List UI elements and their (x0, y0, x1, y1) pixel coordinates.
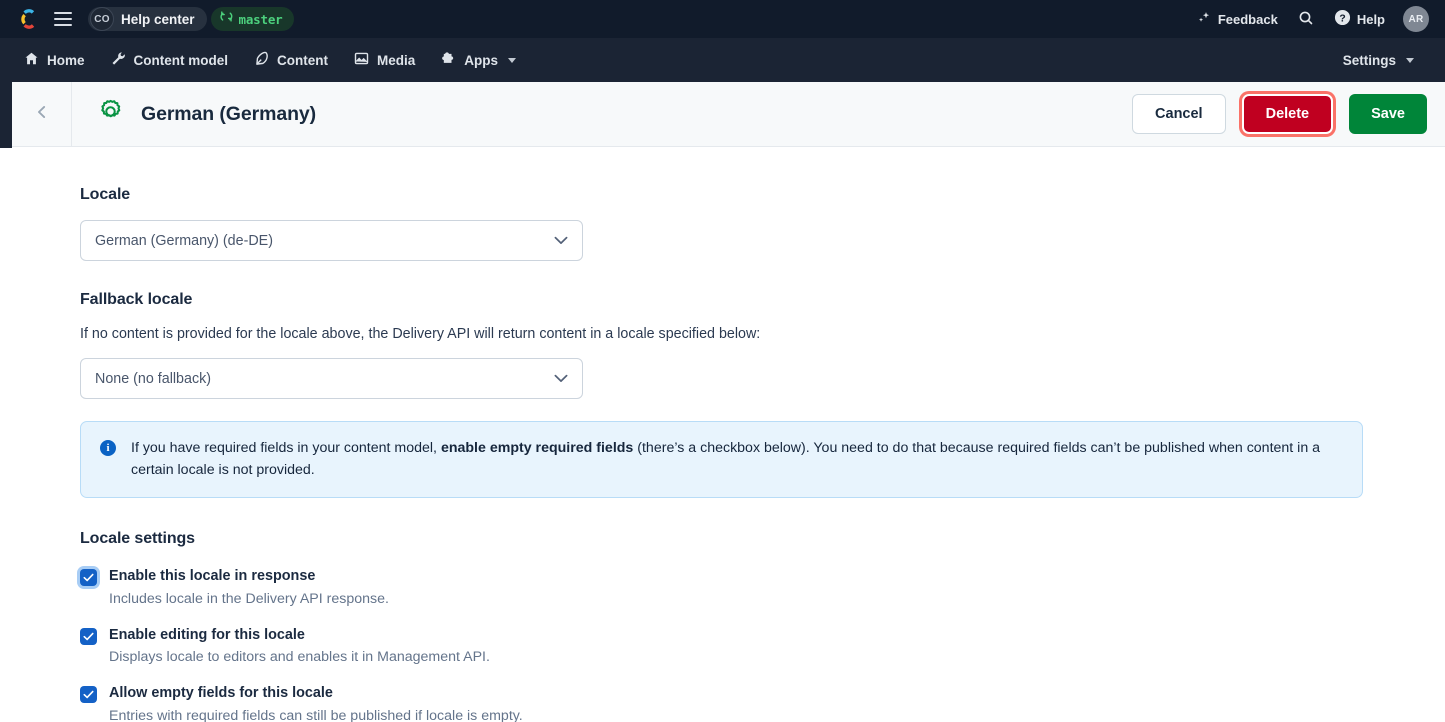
checkbox-label: Enable this locale in response (109, 567, 389, 586)
chevron-left-icon (33, 103, 51, 126)
svg-text:?: ? (1339, 13, 1345, 24)
delete-button[interactable]: Delete (1242, 94, 1334, 134)
page-title-group: German (Germany) (72, 97, 316, 131)
checkbox-text-group: Enable this locale in response Includes … (109, 567, 389, 609)
org-badge: CO (90, 7, 114, 31)
sparkles-icon (1197, 10, 1212, 28)
search-button[interactable] (1288, 4, 1324, 34)
checkbox-text-group: Enable editing for this locale Displays … (109, 626, 490, 668)
avatar[interactable]: AR (1403, 6, 1429, 32)
help-label: Help (1357, 12, 1385, 27)
nav-label: Settings (1343, 53, 1396, 68)
feedback-button[interactable]: Feedback (1187, 4, 1288, 34)
space-name: Help center (114, 12, 205, 27)
global-top-bar: CO Help center master Feedback (0, 0, 1445, 38)
locale-heading: Locale (80, 186, 1365, 204)
fallback-locale-select[interactable]: None (no fallback) (80, 358, 583, 399)
search-icon (1298, 10, 1314, 29)
checkbox-row-enable-locale-in-response[interactable]: Enable this locale in response Includes … (80, 567, 1365, 609)
hamburger-menu-icon[interactable] (54, 12, 72, 26)
info-icon: i (100, 440, 116, 456)
space-breadcrumb[interactable]: CO Help center (88, 7, 207, 31)
primary-navigation: Home Content model Content Media (0, 38, 1445, 82)
nav-label: Apps (464, 53, 498, 68)
pen-nib-icon (254, 51, 269, 69)
nav-label: Media (377, 53, 415, 68)
nav-label: Content (277, 53, 328, 68)
page-title: German (Germany) (141, 103, 316, 126)
nav-item-content[interactable]: Content (241, 38, 341, 82)
checkbox-label: Allow empty fields for this locale (109, 684, 523, 703)
cancel-button[interactable]: Cancel (1132, 94, 1226, 134)
nav-item-media[interactable]: Media (341, 38, 428, 82)
feedback-label: Feedback (1218, 12, 1278, 27)
checkbox-description: Entries with required fields can still b… (109, 707, 523, 722)
home-icon (24, 51, 39, 69)
fallback-helper-text: If no content is provided for the locale… (80, 326, 1365, 342)
branch-name: master (239, 12, 283, 27)
fallback-select-value: None (no fallback) (95, 371, 211, 387)
checkbox-label: Enable editing for this locale (109, 626, 490, 645)
checkbox-enable-editing[interactable] (80, 628, 97, 645)
locale-settings-heading: Locale settings (80, 530, 1365, 548)
branch-selector[interactable]: master (211, 7, 294, 31)
checkbox-row-enable-editing[interactable]: Enable editing for this locale Displays … (80, 626, 1365, 668)
wrench-icon (111, 51, 126, 69)
branch-icon (220, 10, 233, 28)
notice-text-bold: enable empty required fields (441, 440, 633, 456)
top-bar-right-group: Feedback ? Help AR (1187, 4, 1445, 34)
info-notice-text: If you have required fields in your cont… (131, 438, 1339, 481)
contentful-logo-icon[interactable] (18, 9, 38, 29)
nav-label: Content model (134, 53, 229, 68)
checkbox-allow-empty-fields[interactable] (80, 686, 97, 703)
chevron-down-icon (554, 372, 568, 386)
fallback-locale-heading: Fallback locale (80, 291, 1365, 309)
help-button[interactable]: ? Help (1324, 4, 1395, 34)
checkbox-row-allow-empty-fields[interactable]: Allow empty fields for this locale Entri… (80, 684, 1365, 722)
top-bar-left-group: CO Help center master (0, 7, 294, 31)
save-button[interactable]: Save (1349, 94, 1427, 134)
chevron-down-icon (554, 234, 568, 248)
info-notice: i If you have required fields in your co… (80, 421, 1363, 498)
question-circle-icon: ? (1334, 9, 1351, 29)
checkbox-description: Includes locale in the Delivery API resp… (109, 590, 389, 609)
image-icon (354, 51, 369, 69)
left-rail (0, 82, 12, 148)
page-header: German (Germany) Cancel Delete Save (12, 82, 1445, 147)
page-header-actions: Cancel Delete Save (1132, 94, 1445, 134)
checkbox-enable-locale-in-response[interactable] (80, 569, 97, 586)
chevron-down-icon (508, 58, 516, 63)
primary-navigation-right: Settings (1337, 38, 1427, 82)
nav-label: Home (47, 53, 85, 68)
locale-select[interactable]: German (Germany) (de-DE) (80, 220, 583, 261)
checkbox-text-group: Allow empty fields for this locale Entri… (109, 684, 523, 722)
chevron-down-icon (1406, 58, 1414, 63)
nav-item-settings[interactable]: Settings (1337, 38, 1427, 82)
locale-select-value: German (Germany) (de-DE) (95, 233, 273, 249)
nav-item-apps[interactable]: Apps (428, 38, 529, 82)
nav-item-content-model[interactable]: Content model (98, 38, 242, 82)
main-content: Locale German (Germany) (de-DE) Fallback… (0, 148, 1445, 722)
puzzle-icon (441, 51, 456, 69)
back-button[interactable] (12, 82, 72, 147)
gear-icon (96, 97, 125, 131)
checkbox-description: Displays locale to editors and enables i… (109, 648, 490, 667)
notice-text-part-1: If you have required fields in your cont… (131, 440, 441, 456)
nav-item-home[interactable]: Home (18, 38, 98, 82)
